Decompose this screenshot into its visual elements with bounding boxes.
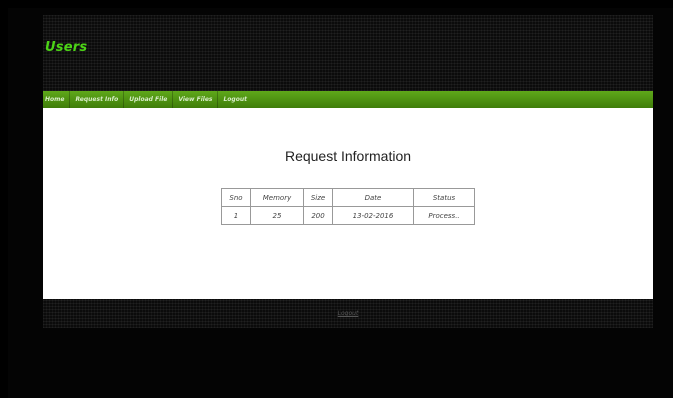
table-row: 1 25 200 13-02-2016 Process.. xyxy=(221,206,475,225)
site-header xyxy=(43,15,653,91)
table-header-row: Sno Memory Size Date Status xyxy=(221,188,475,207)
column-header-sno: Sno xyxy=(221,188,251,207)
page: Users Home Request Info Upload File View… xyxy=(0,0,673,398)
column-header-size: Size xyxy=(303,188,333,207)
cell-date: 13-02-2016 xyxy=(332,206,414,225)
cell-size: 200 xyxy=(303,206,333,225)
column-header-memory: Memory xyxy=(250,188,304,207)
column-header-status: Status xyxy=(413,188,475,207)
site-title: Users xyxy=(45,40,88,55)
cell-memory: 25 xyxy=(250,206,304,225)
cell-status: Process.. xyxy=(413,206,475,225)
column-header-date: Date xyxy=(332,188,414,207)
site-footer: Logout xyxy=(43,299,653,328)
footer-logout-link[interactable]: Logout xyxy=(43,310,653,317)
nav-logout[interactable]: Logout xyxy=(218,91,252,108)
nav-home[interactable]: Home xyxy=(43,91,71,108)
content-area: Request Information Sno Memory Size Date… xyxy=(43,108,653,299)
nav-view-files[interactable]: View Files xyxy=(173,91,219,108)
cell-sno: 1 xyxy=(221,206,251,225)
page-title: Request Information xyxy=(284,148,412,164)
nav-bar: Home Request Info Upload File View Files… xyxy=(43,91,653,108)
request-table: Sno Memory Size Date Status 1 25 200 13-… xyxy=(221,188,475,225)
nav-upload-file[interactable]: Upload File xyxy=(124,91,174,108)
nav-request-info[interactable]: Request Info xyxy=(70,91,125,108)
